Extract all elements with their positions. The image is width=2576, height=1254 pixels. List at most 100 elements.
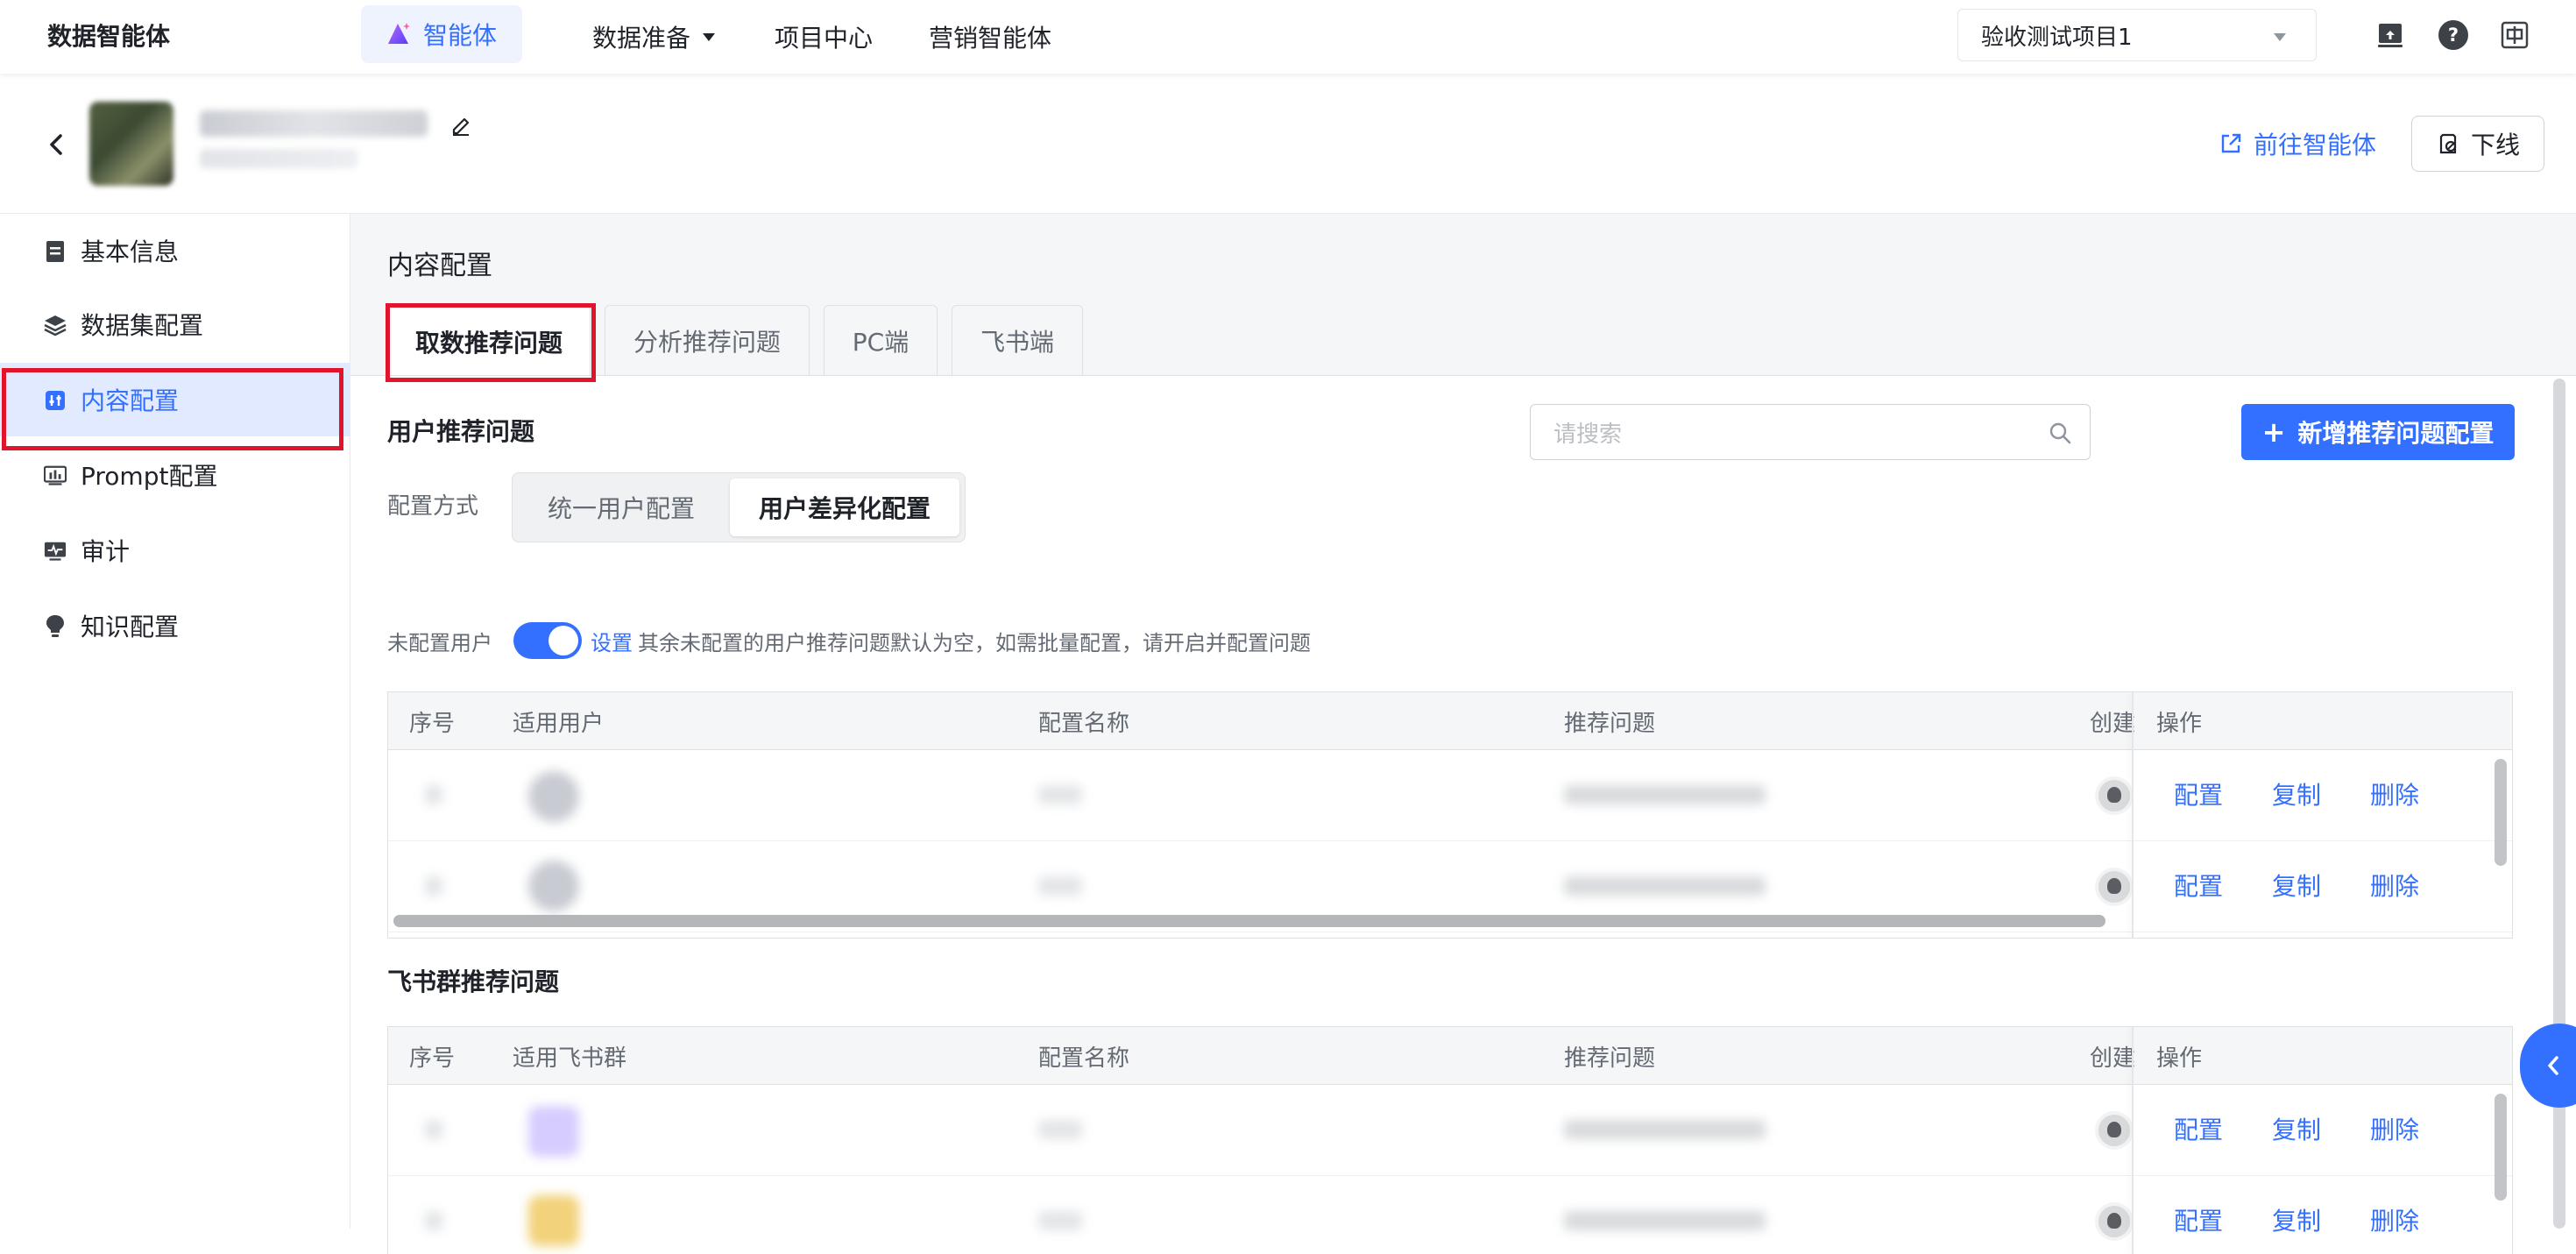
delete-action[interactable]: 删除 (2370, 1111, 2419, 1146)
index-blurred (425, 876, 442, 896)
index-blurred (425, 1120, 442, 1139)
sticky-column-divider (2132, 692, 2134, 938)
col-applicable-user: 适用用户 (513, 710, 605, 737)
sidebar-item-basic-info[interactable]: 基本信息 (0, 214, 350, 287)
sidebar-item-dataset-config[interactable]: 数据集配置 (0, 287, 350, 361)
project-select[interactable]: 验收测试项目1 (1957, 9, 2317, 61)
copy-action[interactable]: 复制 (2272, 776, 2321, 811)
offline-button[interactable]: 下线 (2411, 116, 2544, 172)
edit-icon[interactable] (447, 110, 475, 138)
sidebar-item-label: 知识配置 (81, 613, 180, 641)
plus-icon: + (2261, 415, 2286, 449)
index-blurred (425, 785, 442, 804)
col-recommend-question: 推荐问题 (1564, 1045, 1656, 1072)
sidebar: 基本信息 数据集配置 内容配置 Prompt配置 审计 知识配置 (0, 214, 350, 1229)
config-action[interactable]: 配置 (2174, 1202, 2223, 1237)
config-name-blurred (1038, 876, 1082, 896)
search-input[interactable]: 请搜索 (1530, 404, 2091, 460)
col-applicable-group: 适用飞书群 (513, 1045, 627, 1072)
group-section-title: 飞书群推荐问题 (387, 967, 560, 996)
offline-icon (2439, 133, 2457, 154)
nav-item-project-center[interactable]: 项目中心 (775, 0, 873, 74)
sticky-column-divider (2132, 1027, 2134, 1254)
table-header: 序号 适用用户 配置名称 推荐问题 创建 操作 (388, 692, 2512, 750)
user-recommend-table: 序号 适用用户 配置名称 推荐问题 创建 操作 配置 复制 删除 配置 复制 删… (387, 691, 2513, 939)
tab-label: PC端 (852, 327, 909, 357)
mode-user-differentiated[interactable]: 用户差异化配置 (730, 478, 959, 536)
back-icon[interactable] (44, 131, 70, 158)
col-recommend-question: 推荐问题 (1564, 710, 1656, 737)
screen-share-icon[interactable] (2373, 18, 2408, 53)
copy-action[interactable]: 复制 (2272, 868, 2321, 903)
copy-action[interactable]: 复制 (2272, 1111, 2321, 1146)
help-icon[interactable]: ? (2436, 18, 2471, 53)
creator-avatar (2095, 1111, 2134, 1150)
tab-pc[interactable]: PC端 (824, 305, 938, 375)
config-mode-segmented: 统一用户配置 用户差异化配置 (512, 472, 966, 542)
top-navigation: 数据智能体 智能体 数据准备 项目中心 营销智能体 验收测试项目1 ? (0, 0, 2576, 74)
config-mode-label: 配置方式 (387, 493, 479, 520)
delete-action[interactable]: 删除 (2370, 776, 2419, 811)
col-index: 序号 (409, 1045, 456, 1072)
sidebar-item-content-config[interactable]: 内容配置 (0, 363, 350, 436)
config-name-blurred (1038, 1211, 1082, 1230)
layers-icon (44, 314, 67, 337)
nav-item-project-center-label: 项目中心 (775, 24, 874, 53)
sidebar-item-audit[interactable]: 审计 (0, 514, 350, 587)
svg-text:?: ? (2448, 25, 2459, 46)
table-horizontal-scrollbar[interactable] (393, 915, 2105, 927)
add-recommend-config-button[interactable]: + 新增推荐问题配置 (2241, 404, 2515, 460)
config-action[interactable]: 配置 (2174, 1111, 2223, 1146)
sidebar-item-label: 内容配置 (81, 386, 180, 415)
delete-action[interactable]: 删除 (2370, 868, 2419, 903)
tab-label: 取数推荐问题 (414, 328, 563, 358)
unconfigured-user-row: 未配置用户 设置 其余未配置的用户推荐问题默认为空，如需批量配置，请开启并配置问… (387, 621, 1311, 660)
select-caret-icon (2274, 33, 2286, 41)
project-select-value: 验收测试项目1 (1981, 24, 2133, 51)
table-vertical-scrollbar[interactable] (2495, 759, 2507, 866)
nav-item-agent[interactable]: 智能体 (361, 5, 522, 63)
delete-action[interactable]: 删除 (2370, 1202, 2419, 1237)
creator-avatar (2095, 1202, 2134, 1241)
copy-action[interactable]: 复制 (2272, 1202, 2321, 1237)
sidebar-item-label: 审计 (81, 537, 131, 566)
chinese-lang-icon[interactable] (2497, 18, 2532, 53)
table-vertical-scrollbar[interactable] (2495, 1094, 2507, 1201)
table-row: 配置 复制 删除 (388, 1085, 2512, 1176)
config-action[interactable]: 配置 (2174, 868, 2223, 903)
content-config-icon (44, 389, 67, 412)
mode-unified-user[interactable]: 统一用户配置 (518, 478, 725, 536)
nav-item-marketing-agent-label: 营销智能体 (929, 24, 1052, 53)
brand-title: 数据智能体 (47, 22, 171, 51)
col-index: 序号 (409, 710, 456, 737)
agent-name-blurred (200, 110, 428, 137)
nav-item-marketing-agent[interactable]: 营销智能体 (929, 0, 1051, 74)
unconfigured-user-label: 未配置用户 (387, 630, 492, 655)
external-link-icon (2221, 133, 2241, 153)
search-icon[interactable] (2046, 419, 2074, 447)
nav-item-agent-label: 智能体 (422, 21, 497, 50)
monitor-icon (44, 540, 67, 563)
user-avatar-blurred (528, 861, 579, 911)
config-action[interactable]: 配置 (2174, 776, 2223, 811)
sidebar-item-prompt-config[interactable]: Prompt配置 (0, 438, 350, 512)
tab-label: 飞书端 (980, 327, 1054, 357)
col-config-name: 配置名称 (1038, 1045, 1130, 1072)
nav-item-data-prep[interactable]: 数据准备 (592, 0, 716, 74)
tab-analysis-recommend[interactable]: 分析推荐问题 (605, 305, 810, 375)
set-link[interactable]: 设置 (591, 626, 633, 656)
sidebar-item-label: 数据集配置 (81, 311, 204, 340)
col-actions: 操作 (2156, 1045, 2203, 1072)
mode-label: 统一用户配置 (547, 494, 695, 523)
tab-feishu[interactable]: 飞书端 (952, 305, 1083, 375)
index-blurred (425, 1211, 442, 1230)
tab-fetch-recommend[interactable]: 取数推荐问题 (387, 305, 591, 377)
content-panel: 用户推荐问题 请搜索 + 新增推荐问题配置 配置方式 统一用户配置 用户差异化配… (350, 375, 2576, 1254)
goto-agent-link[interactable]: 前往智能体 (2219, 126, 2376, 161)
sidebar-item-knowledge-config[interactable]: 知识配置 (0, 589, 350, 662)
agent-triangle-icon (387, 23, 410, 44)
unconfigured-user-toggle[interactable] (513, 622, 582, 659)
group-avatar-blurred (528, 1195, 579, 1246)
question-blurred (1564, 1120, 1766, 1139)
config-name-blurred (1038, 785, 1082, 804)
